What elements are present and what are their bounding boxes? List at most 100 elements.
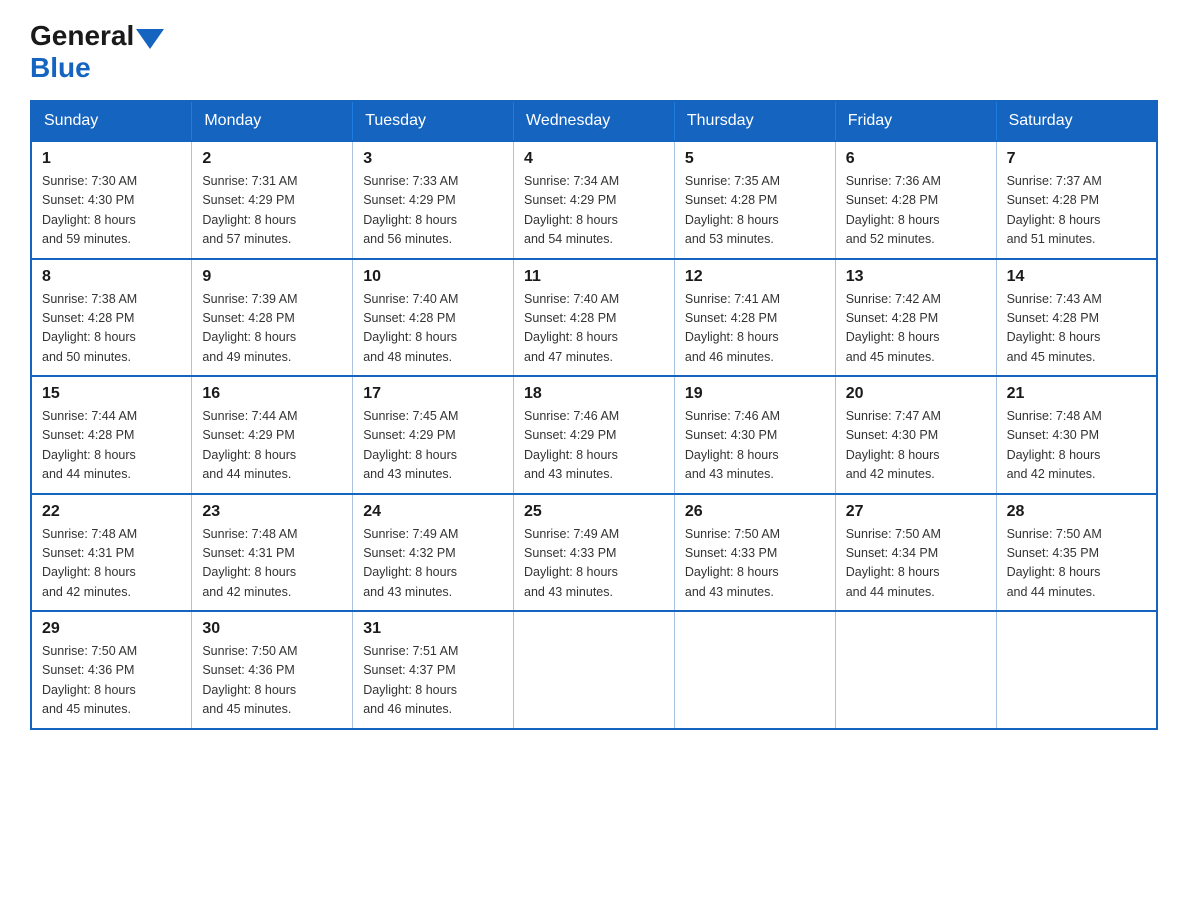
- day-number: 14: [1007, 268, 1146, 286]
- day-number: 11: [524, 268, 664, 286]
- day-info: Sunrise: 7:50 AMSunset: 4:34 PMDaylight:…: [846, 525, 986, 603]
- calendar-day-cell: 5 Sunrise: 7:35 AMSunset: 4:28 PMDayligh…: [674, 141, 835, 259]
- day-number: 20: [846, 385, 986, 403]
- day-info: Sunrise: 7:50 AMSunset: 4:36 PMDaylight:…: [42, 642, 181, 720]
- day-number: 10: [363, 268, 503, 286]
- calendar-day-cell: 18 Sunrise: 7:46 AMSunset: 4:29 PMDaylig…: [514, 376, 675, 494]
- calendar-week-row: 29 Sunrise: 7:50 AMSunset: 4:36 PMDaylig…: [31, 611, 1157, 729]
- day-info: Sunrise: 7:33 AMSunset: 4:29 PMDaylight:…: [363, 172, 503, 250]
- day-of-week-header: Thursday: [674, 101, 835, 141]
- day-info: Sunrise: 7:30 AMSunset: 4:30 PMDaylight:…: [42, 172, 181, 250]
- calendar-day-cell: [835, 611, 996, 729]
- calendar-day-cell: 3 Sunrise: 7:33 AMSunset: 4:29 PMDayligh…: [353, 141, 514, 259]
- day-info: Sunrise: 7:40 AMSunset: 4:28 PMDaylight:…: [363, 290, 503, 368]
- day-info: Sunrise: 7:50 AMSunset: 4:36 PMDaylight:…: [202, 642, 342, 720]
- day-number: 26: [685, 503, 825, 521]
- days-of-week-row: SundayMondayTuesdayWednesdayThursdayFrid…: [31, 101, 1157, 141]
- day-info: Sunrise: 7:31 AMSunset: 4:29 PMDaylight:…: [202, 172, 342, 250]
- day-info: Sunrise: 7:47 AMSunset: 4:30 PMDaylight:…: [846, 407, 986, 485]
- calendar-day-cell: 9 Sunrise: 7:39 AMSunset: 4:28 PMDayligh…: [192, 259, 353, 377]
- day-info: Sunrise: 7:35 AMSunset: 4:28 PMDaylight:…: [685, 172, 825, 250]
- day-number: 29: [42, 620, 181, 638]
- calendar-day-cell: [514, 611, 675, 729]
- calendar-day-cell: 11 Sunrise: 7:40 AMSunset: 4:28 PMDaylig…: [514, 259, 675, 377]
- day-info: Sunrise: 7:40 AMSunset: 4:28 PMDaylight:…: [524, 290, 664, 368]
- calendar-day-cell: 20 Sunrise: 7:47 AMSunset: 4:30 PMDaylig…: [835, 376, 996, 494]
- calendar-day-cell: 7 Sunrise: 7:37 AMSunset: 4:28 PMDayligh…: [996, 141, 1157, 259]
- calendar-day-cell: [674, 611, 835, 729]
- logo-triangle-icon: [136, 29, 164, 49]
- calendar-day-cell: 26 Sunrise: 7:50 AMSunset: 4:33 PMDaylig…: [674, 494, 835, 612]
- day-number: 9: [202, 268, 342, 286]
- calendar-day-cell: 8 Sunrise: 7:38 AMSunset: 4:28 PMDayligh…: [31, 259, 192, 377]
- calendar-header: SundayMondayTuesdayWednesdayThursdayFrid…: [31, 101, 1157, 141]
- day-info: Sunrise: 7:44 AMSunset: 4:28 PMDaylight:…: [42, 407, 181, 485]
- day-info: Sunrise: 7:36 AMSunset: 4:28 PMDaylight:…: [846, 172, 986, 250]
- day-number: 28: [1007, 503, 1146, 521]
- calendar-day-cell: 15 Sunrise: 7:44 AMSunset: 4:28 PMDaylig…: [31, 376, 192, 494]
- day-number: 8: [42, 268, 181, 286]
- day-info: Sunrise: 7:49 AMSunset: 4:33 PMDaylight:…: [524, 525, 664, 603]
- logo: General Blue: [30, 20, 164, 84]
- day-info: Sunrise: 7:39 AMSunset: 4:28 PMDaylight:…: [202, 290, 342, 368]
- day-info: Sunrise: 7:50 AMSunset: 4:35 PMDaylight:…: [1007, 525, 1146, 603]
- calendar-day-cell: 10 Sunrise: 7:40 AMSunset: 4:28 PMDaylig…: [353, 259, 514, 377]
- calendar-day-cell: 25 Sunrise: 7:49 AMSunset: 4:33 PMDaylig…: [514, 494, 675, 612]
- day-of-week-header: Sunday: [31, 101, 192, 141]
- day-number: 15: [42, 385, 181, 403]
- calendar-day-cell: 30 Sunrise: 7:50 AMSunset: 4:36 PMDaylig…: [192, 611, 353, 729]
- calendar-body: 1 Sunrise: 7:30 AMSunset: 4:30 PMDayligh…: [31, 141, 1157, 729]
- day-info: Sunrise: 7:42 AMSunset: 4:28 PMDaylight:…: [846, 290, 986, 368]
- calendar-day-cell: 29 Sunrise: 7:50 AMSunset: 4:36 PMDaylig…: [31, 611, 192, 729]
- day-number: 5: [685, 150, 825, 168]
- day-info: Sunrise: 7:48 AMSunset: 4:30 PMDaylight:…: [1007, 407, 1146, 485]
- calendar-day-cell: 24 Sunrise: 7:49 AMSunset: 4:32 PMDaylig…: [353, 494, 514, 612]
- day-of-week-header: Monday: [192, 101, 353, 141]
- calendar-week-row: 1 Sunrise: 7:30 AMSunset: 4:30 PMDayligh…: [31, 141, 1157, 259]
- calendar-day-cell: 16 Sunrise: 7:44 AMSunset: 4:29 PMDaylig…: [192, 376, 353, 494]
- day-number: 13: [846, 268, 986, 286]
- day-number: 12: [685, 268, 825, 286]
- day-info: Sunrise: 7:46 AMSunset: 4:29 PMDaylight:…: [524, 407, 664, 485]
- day-info: Sunrise: 7:37 AMSunset: 4:28 PMDaylight:…: [1007, 172, 1146, 250]
- day-number: 17: [363, 385, 503, 403]
- day-number: 18: [524, 385, 664, 403]
- calendar-day-cell: 31 Sunrise: 7:51 AMSunset: 4:37 PMDaylig…: [353, 611, 514, 729]
- day-number: 22: [42, 503, 181, 521]
- day-info: Sunrise: 7:46 AMSunset: 4:30 PMDaylight:…: [685, 407, 825, 485]
- calendar-day-cell: 13 Sunrise: 7:42 AMSunset: 4:28 PMDaylig…: [835, 259, 996, 377]
- day-of-week-header: Wednesday: [514, 101, 675, 141]
- day-info: Sunrise: 7:50 AMSunset: 4:33 PMDaylight:…: [685, 525, 825, 603]
- day-number: 24: [363, 503, 503, 521]
- day-of-week-header: Saturday: [996, 101, 1157, 141]
- calendar-day-cell: 1 Sunrise: 7:30 AMSunset: 4:30 PMDayligh…: [31, 141, 192, 259]
- calendar-day-cell: 27 Sunrise: 7:50 AMSunset: 4:34 PMDaylig…: [835, 494, 996, 612]
- logo-blue-text: Blue: [30, 52, 91, 83]
- calendar-day-cell: 14 Sunrise: 7:43 AMSunset: 4:28 PMDaylig…: [996, 259, 1157, 377]
- day-number: 16: [202, 385, 342, 403]
- logo-general-text: General: [30, 20, 134, 52]
- day-info: Sunrise: 7:38 AMSunset: 4:28 PMDaylight:…: [42, 290, 181, 368]
- calendar-day-cell: 22 Sunrise: 7:48 AMSunset: 4:31 PMDaylig…: [31, 494, 192, 612]
- day-info: Sunrise: 7:41 AMSunset: 4:28 PMDaylight:…: [685, 290, 825, 368]
- day-info: Sunrise: 7:51 AMSunset: 4:37 PMDaylight:…: [363, 642, 503, 720]
- day-number: 7: [1007, 150, 1146, 168]
- day-info: Sunrise: 7:44 AMSunset: 4:29 PMDaylight:…: [202, 407, 342, 485]
- calendar-day-cell: 6 Sunrise: 7:36 AMSunset: 4:28 PMDayligh…: [835, 141, 996, 259]
- calendar-day-cell: 12 Sunrise: 7:41 AMSunset: 4:28 PMDaylig…: [674, 259, 835, 377]
- day-number: 3: [363, 150, 503, 168]
- calendar-day-cell: 19 Sunrise: 7:46 AMSunset: 4:30 PMDaylig…: [674, 376, 835, 494]
- day-number: 30: [202, 620, 342, 638]
- calendar-day-cell: 21 Sunrise: 7:48 AMSunset: 4:30 PMDaylig…: [996, 376, 1157, 494]
- day-number: 1: [42, 150, 181, 168]
- day-number: 4: [524, 150, 664, 168]
- calendar-day-cell: 4 Sunrise: 7:34 AMSunset: 4:29 PMDayligh…: [514, 141, 675, 259]
- day-info: Sunrise: 7:49 AMSunset: 4:32 PMDaylight:…: [363, 525, 503, 603]
- day-info: Sunrise: 7:48 AMSunset: 4:31 PMDaylight:…: [42, 525, 181, 603]
- day-info: Sunrise: 7:34 AMSunset: 4:29 PMDaylight:…: [524, 172, 664, 250]
- calendar-day-cell: 2 Sunrise: 7:31 AMSunset: 4:29 PMDayligh…: [192, 141, 353, 259]
- calendar-day-cell: 17 Sunrise: 7:45 AMSunset: 4:29 PMDaylig…: [353, 376, 514, 494]
- calendar-week-row: 8 Sunrise: 7:38 AMSunset: 4:28 PMDayligh…: [31, 259, 1157, 377]
- day-info: Sunrise: 7:48 AMSunset: 4:31 PMDaylight:…: [202, 525, 342, 603]
- day-of-week-header: Tuesday: [353, 101, 514, 141]
